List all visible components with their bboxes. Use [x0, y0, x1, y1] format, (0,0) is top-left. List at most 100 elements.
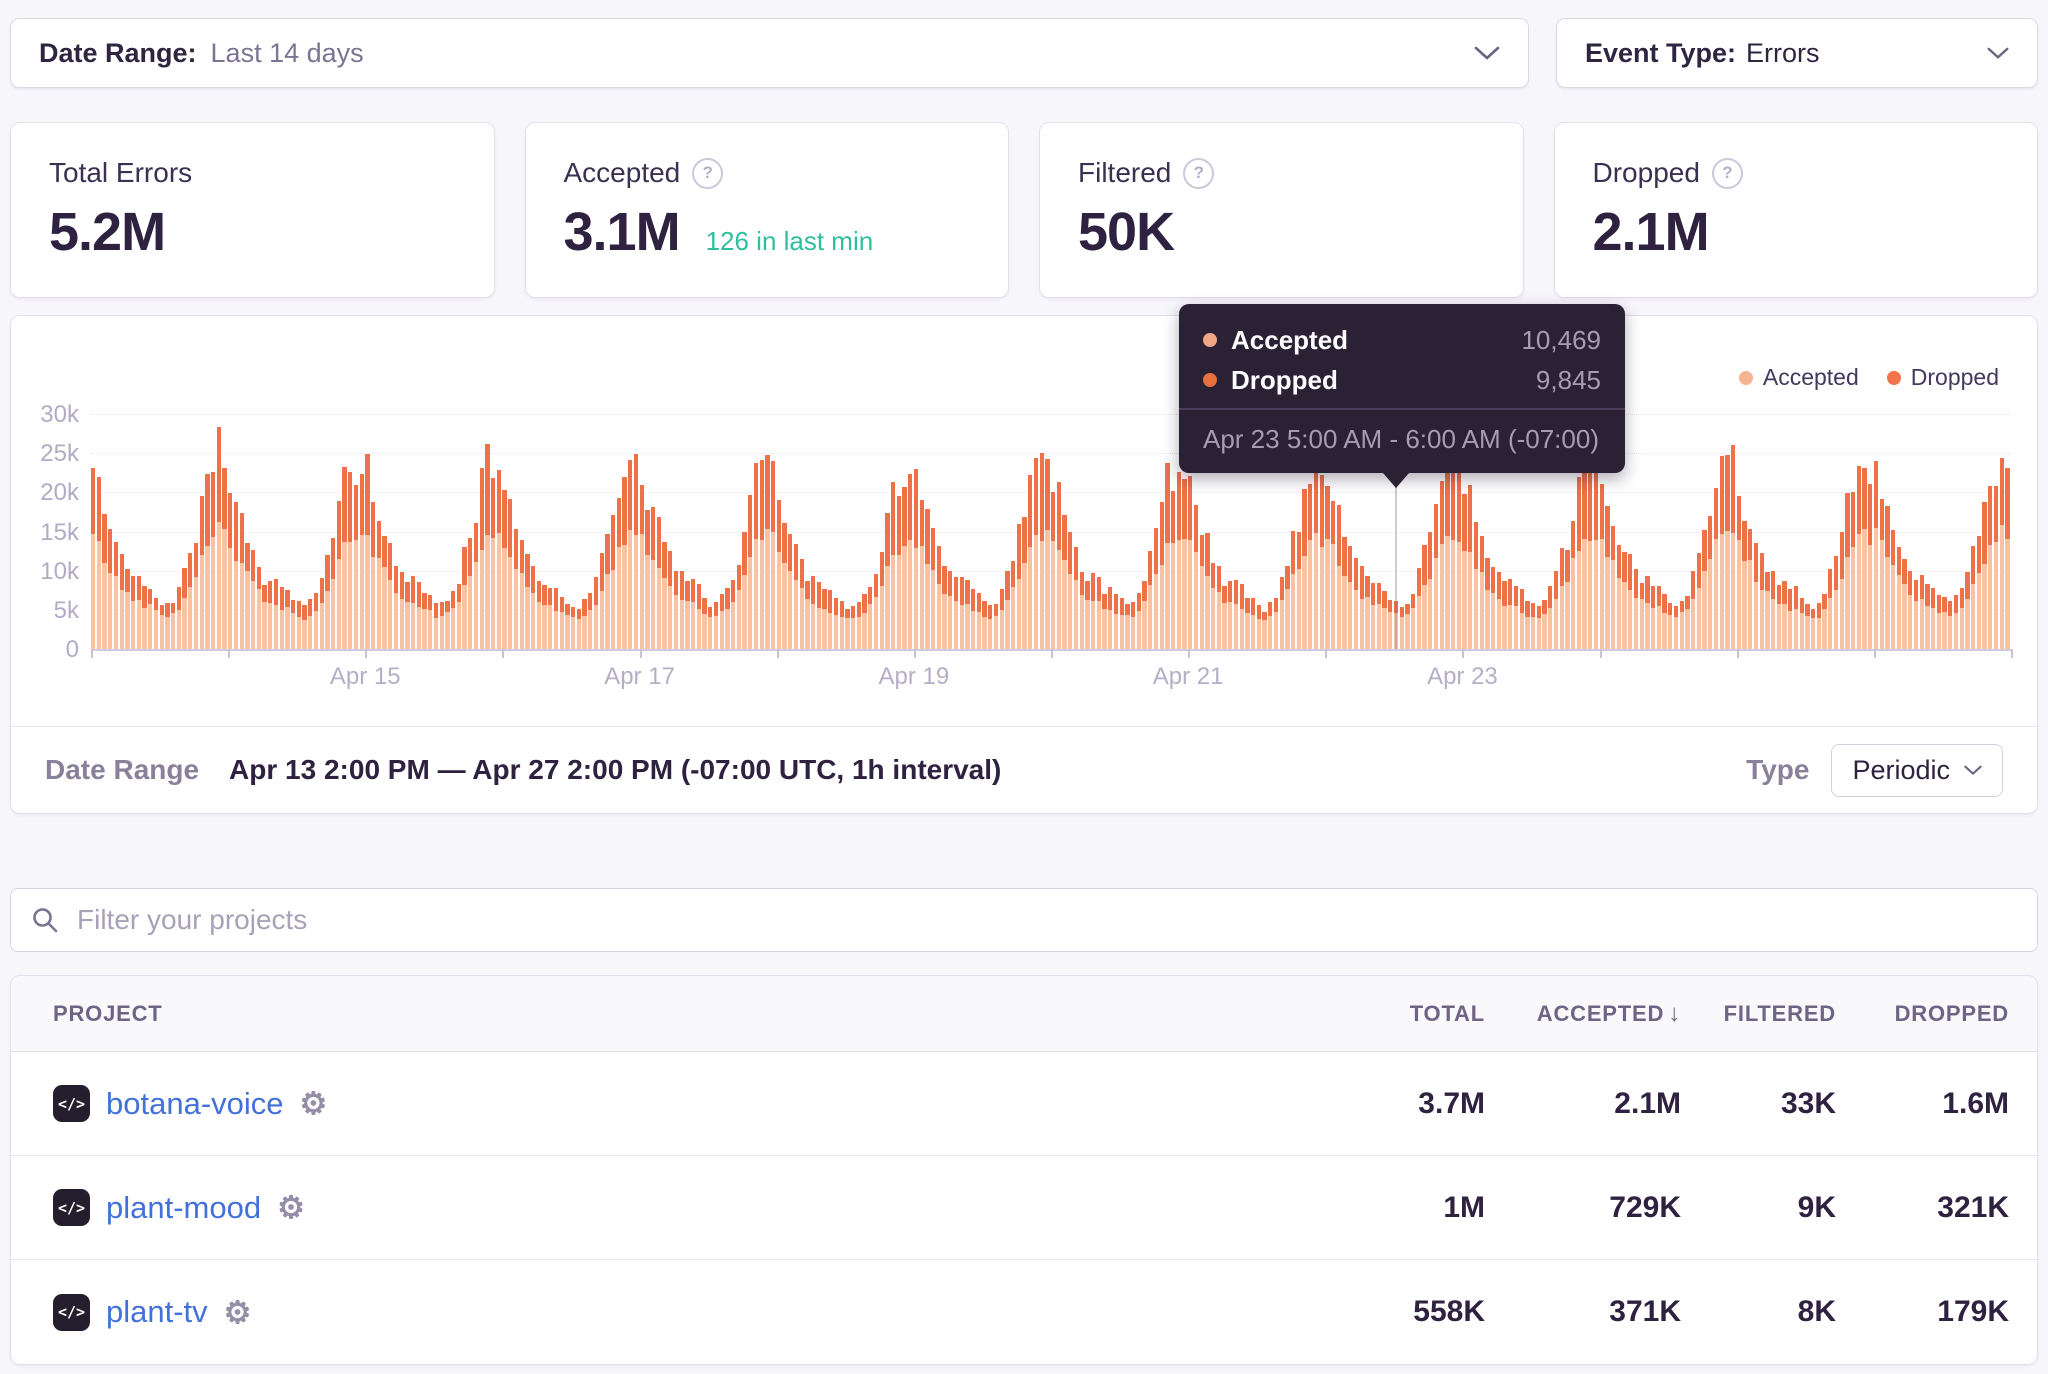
bar[interactable]: [342, 466, 347, 649]
bar[interactable]: [565, 604, 570, 649]
bar[interactable]: [839, 600, 844, 649]
bar[interactable]: [1348, 546, 1353, 649]
legend-item-accepted[interactable]: Accepted: [1738, 364, 1859, 391]
bar[interactable]: [1713, 488, 1719, 649]
bar[interactable]: [593, 577, 599, 649]
legend-item-dropped[interactable]: Dropped: [1886, 364, 1999, 391]
bar[interactable]: [1616, 545, 1621, 649]
bar[interactable]: [1953, 595, 1959, 649]
bar[interactable]: [1096, 576, 1101, 649]
bar[interactable]: [1599, 483, 1604, 649]
bar[interactable]: [971, 589, 976, 649]
bar[interactable]: [1051, 492, 1056, 649]
bar[interactable]: [1856, 465, 1861, 649]
bar[interactable]: [1748, 528, 1753, 649]
column-header-accepted[interactable]: ACCEPTED ↓: [1485, 1000, 1681, 1028]
bar[interactable]: [291, 599, 296, 649]
bar[interactable]: [376, 521, 381, 649]
bar[interactable]: [1108, 587, 1113, 649]
bar[interactable]: [439, 601, 444, 649]
bar[interactable]: [782, 523, 787, 649]
bar[interactable]: [1576, 477, 1581, 649]
bar[interactable]: [1376, 583, 1381, 649]
bar[interactable]: [1142, 580, 1147, 649]
bar[interactable]: [1519, 589, 1524, 649]
bar[interactable]: [1691, 570, 1696, 649]
project-link[interactable]: botana-voice: [106, 1086, 284, 1122]
bar[interactable]: [1765, 572, 1770, 649]
bar[interactable]: [1965, 572, 1970, 649]
bar[interactable]: [1313, 465, 1319, 649]
bar[interactable]: [1068, 531, 1073, 649]
bar[interactable]: [399, 571, 404, 649]
stacked-bar-chart[interactable]: 0 5k 10k 15k 20k 25k 30k Apr 15 Apr 17 Apr 19 Apr …: [11, 316, 2037, 729]
bar[interactable]: [1902, 558, 1907, 649]
bar[interactable]: [833, 598, 839, 649]
bar[interactable]: [1622, 551, 1627, 649]
gear-icon[interactable]: ⚙: [224, 1297, 252, 1328]
bar[interactable]: [942, 566, 947, 649]
bar[interactable]: [679, 570, 684, 649]
bar[interactable]: [491, 477, 496, 649]
bar[interactable]: [1782, 580, 1787, 649]
chart-type-dropdown[interactable]: Periodic: [1831, 743, 2003, 797]
bar[interactable]: [1988, 485, 1993, 649]
bar[interactable]: [1422, 544, 1427, 649]
bar[interactable]: [211, 472, 216, 649]
bar[interactable]: [1736, 496, 1741, 649]
bar[interactable]: [1862, 468, 1867, 649]
bar[interactable]: [325, 554, 330, 649]
column-header-filtered[interactable]: FILTERED: [1681, 1001, 1836, 1027]
bar[interactable]: [1828, 568, 1833, 649]
bar[interactable]: [1205, 532, 1210, 649]
bar[interactable]: [216, 427, 221, 649]
bar[interactable]: [1176, 472, 1181, 649]
bar[interactable]: [365, 454, 370, 649]
bar[interactable]: [1273, 597, 1279, 649]
bar[interactable]: [1696, 553, 1701, 649]
help-icon[interactable]: ?: [1183, 157, 1215, 189]
bar[interactable]: [1456, 461, 1461, 649]
bar[interactable]: [845, 609, 850, 649]
gear-icon[interactable]: ⚙: [300, 1088, 328, 1119]
bar[interactable]: [662, 541, 667, 649]
bar[interactable]: [359, 474, 364, 649]
bar[interactable]: [1091, 573, 1096, 649]
bar[interactable]: [428, 594, 433, 649]
bar[interactable]: [1948, 600, 1953, 649]
bar[interactable]: [633, 453, 639, 649]
bar[interactable]: [176, 587, 181, 649]
bar[interactable]: [485, 443, 490, 649]
bar[interactable]: [1279, 577, 1284, 649]
bar[interactable]: [1485, 557, 1490, 649]
bar[interactable]: [153, 597, 159, 649]
bar[interactable]: [1959, 588, 1964, 649]
bar[interactable]: [1662, 593, 1667, 649]
bar[interactable]: [1102, 593, 1107, 649]
bar[interactable]: [251, 550, 256, 649]
bar[interactable]: [988, 604, 993, 649]
bar[interactable]: [1445, 461, 1450, 649]
bar[interactable]: [445, 600, 450, 649]
bar[interactable]: [708, 607, 713, 649]
search-input[interactable]: [75, 903, 2017, 937]
bar[interactable]: [405, 582, 410, 649]
bar[interactable]: [742, 531, 747, 649]
bar[interactable]: [1925, 584, 1930, 649]
bar[interactable]: [1593, 455, 1599, 649]
bar[interactable]: [119, 554, 124, 649]
bar[interactable]: [1359, 566, 1364, 649]
bar[interactable]: [828, 590, 833, 649]
bar[interactable]: [1731, 445, 1736, 649]
bar[interactable]: [348, 472, 353, 649]
bar[interactable]: [1776, 585, 1781, 649]
bar[interactable]: [805, 581, 810, 649]
bar[interactable]: [1005, 571, 1010, 649]
bar[interactable]: [976, 592, 981, 649]
bar[interactable]: [891, 481, 896, 649]
bar[interactable]: [1913, 580, 1919, 649]
bar[interactable]: [913, 468, 919, 649]
bar[interactable]: [622, 476, 627, 649]
bar[interactable]: [1428, 531, 1433, 649]
bar[interactable]: [336, 500, 341, 649]
